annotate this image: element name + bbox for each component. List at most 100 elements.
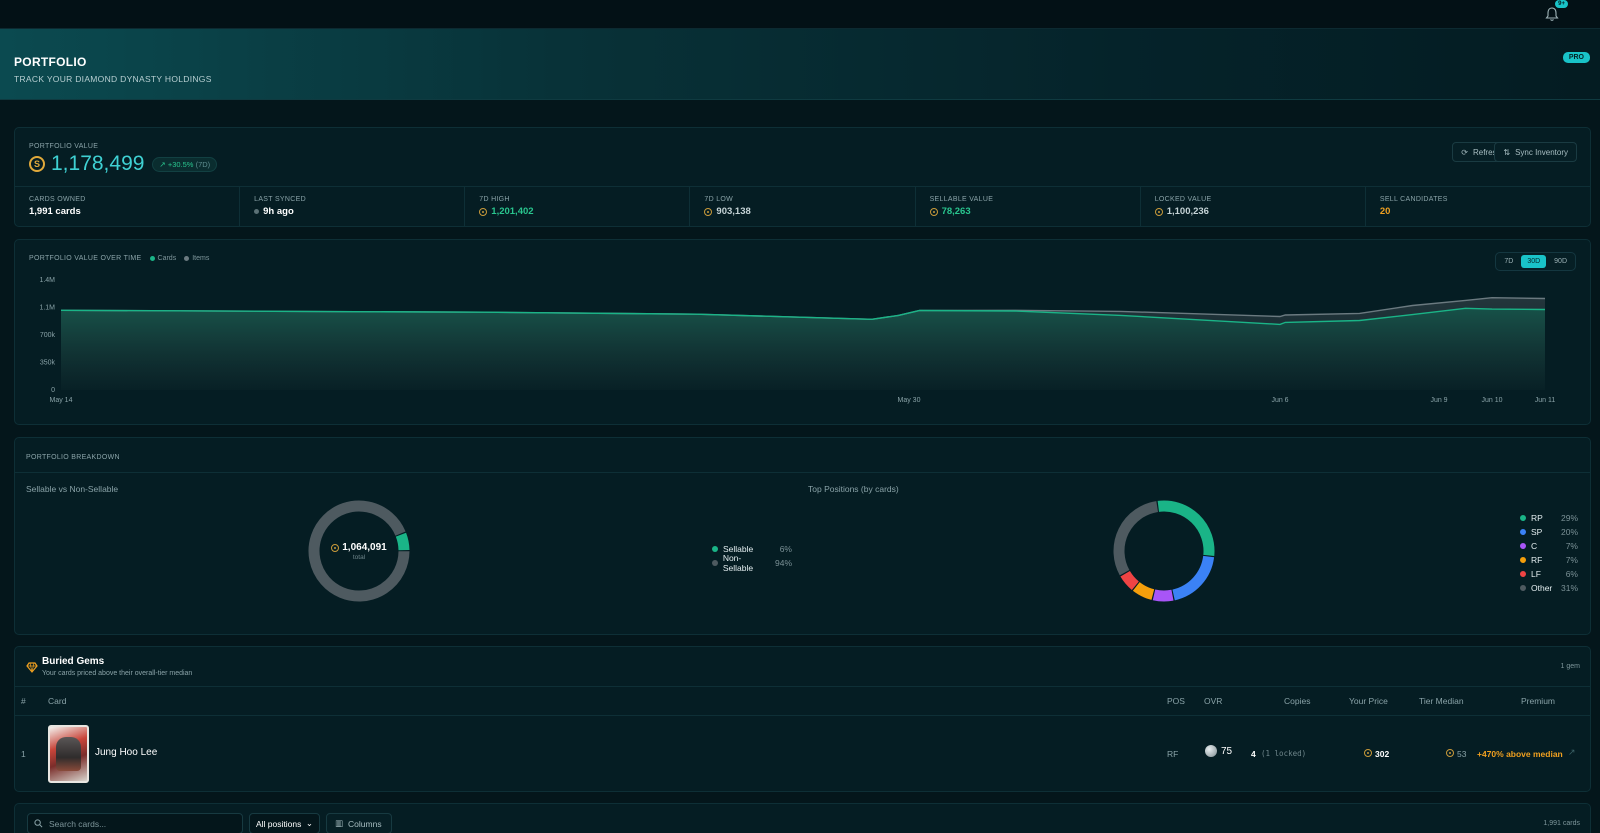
donut-slice-lf[interactable] bbox=[1120, 570, 1140, 590]
stat-7d-high: 7D HIGH 1,201,402 bbox=[465, 187, 691, 226]
top-bar: 9+ bbox=[0, 0, 1600, 29]
stat-7d-low: 7D LOW 903,138 bbox=[690, 187, 916, 226]
card-copies: 4 bbox=[1251, 749, 1256, 759]
stat-value: 903,138 bbox=[716, 206, 751, 217]
donut-slice-rp[interactable] bbox=[1157, 500, 1215, 556]
coin-icon bbox=[331, 543, 340, 552]
coin-icon bbox=[479, 207, 488, 216]
chart-legend-cards: Cards bbox=[149, 255, 176, 262]
premium-value: +470% above median bbox=[1477, 749, 1563, 759]
donut-total-label: total bbox=[352, 554, 366, 561]
col-premium[interactable]: Premium bbox=[1521, 696, 1555, 706]
table-row[interactable]: 1 Jung Hoo Lee RF 75 4 (1 locked) 302 53… bbox=[15, 716, 1590, 792]
col-num[interactable]: # bbox=[21, 696, 26, 706]
columns-label: Columns bbox=[348, 818, 382, 829]
bell-icon[interactable] bbox=[1544, 6, 1560, 22]
legend-label: C bbox=[1531, 541, 1538, 551]
buried-gems-card: Buried Gems Your cards priced above thei… bbox=[14, 646, 1591, 792]
col-card[interactable]: Card bbox=[48, 696, 66, 706]
legend-swatch bbox=[1520, 515, 1526, 521]
search-input[interactable]: Search cards... bbox=[27, 813, 243, 833]
donut-slice-other[interactable] bbox=[1113, 501, 1159, 576]
price-coin-icon bbox=[1364, 749, 1372, 759]
sellable-chart-title: Sellable vs Non-Sellable bbox=[26, 484, 119, 494]
range-90d[interactable]: 90D bbox=[1548, 255, 1573, 268]
chevron-down-icon: ⌄ bbox=[305, 818, 313, 828]
x-tick-label: May 14 bbox=[50, 397, 73, 404]
col-tier-median[interactable]: Tier Median bbox=[1419, 696, 1464, 706]
tier-median: 53 bbox=[1457, 749, 1467, 759]
stat-label: 7D LOW bbox=[704, 196, 734, 203]
legend-label: RF bbox=[1531, 555, 1543, 565]
donut-slice-sp[interactable] bbox=[1172, 555, 1215, 601]
legend-swatch bbox=[1520, 585, 1526, 591]
positions-chart-title: Top Positions (by cards) bbox=[808, 484, 899, 494]
pro-badge: PRO bbox=[1562, 52, 1590, 63]
legend-label: SP bbox=[1531, 527, 1543, 537]
legend-label: RP bbox=[1531, 513, 1543, 523]
donut-total-value: 1,064,091 bbox=[342, 542, 387, 553]
legend-item: Other 31% bbox=[1520, 581, 1578, 595]
median-coin-icon bbox=[1446, 749, 1454, 759]
portfolio-breakdown-card: PORTFOLIO BREAKDOWN Sellable vs Non-Sell… bbox=[14, 437, 1591, 635]
legend-item: Non-Sellable 94% bbox=[712, 553, 792, 573]
stat-label: LAST SYNCED bbox=[254, 196, 306, 203]
chart-legend-items: Items bbox=[184, 255, 209, 262]
legend-label: Non-Sellable bbox=[722, 553, 754, 573]
search-placeholder: Search cards... bbox=[49, 818, 107, 829]
x-tick-label: May 30 bbox=[898, 397, 921, 404]
page-title: PORTFOLIO bbox=[14, 55, 87, 69]
legend-swatch bbox=[712, 546, 718, 552]
x-tick-label: Jun 10 bbox=[1481, 397, 1502, 404]
refresh-icon: ⟳ bbox=[1461, 147, 1468, 157]
legend-swatch bbox=[712, 560, 718, 566]
card-price: 302 bbox=[1375, 749, 1390, 759]
col-ovr[interactable]: OVR bbox=[1204, 696, 1222, 706]
y-tick-label: 1.1M bbox=[39, 305, 55, 312]
legend-item: LF 6% bbox=[1520, 567, 1578, 581]
gems-title: Buried Gems bbox=[42, 656, 105, 667]
legend-swatch bbox=[1520, 557, 1526, 563]
legend-percent: 7% bbox=[1565, 541, 1578, 551]
stat-sell-candidates: SELL CANDIDATES 20 bbox=[1366, 187, 1590, 226]
stubs-coin-icon: S bbox=[29, 156, 45, 172]
col-pos[interactable]: POS bbox=[1167, 696, 1185, 706]
columns-button[interactable]: ▥ Columns bbox=[326, 813, 392, 833]
range-7d[interactable]: 7D bbox=[1498, 255, 1519, 268]
stat-cards-owned: CARDS OWNED 1,991 cards bbox=[15, 187, 241, 226]
stat-sellable-value: SELLABLE VALUE 78,263 bbox=[916, 187, 1141, 226]
portfolio-value: 1,178,499 bbox=[51, 152, 145, 175]
tier-diamond-icon bbox=[1205, 745, 1217, 757]
position-select[interactable]: All positions ⌄ bbox=[249, 813, 320, 833]
sync-inventory-button[interactable]: ⇅ Sync Inventory bbox=[1494, 142, 1577, 162]
range-30d[interactable]: 30D bbox=[1521, 255, 1547, 268]
stat-label: LOCKED VALUE bbox=[1154, 196, 1212, 203]
sellable-legend: Sellable 6% Non-Sellable 94% bbox=[712, 542, 792, 573]
donut-slice-c[interactable] bbox=[1152, 589, 1174, 602]
col-your-price[interactable]: Your Price bbox=[1349, 696, 1388, 706]
sync-label: Sync Inventory bbox=[1515, 147, 1568, 157]
stat-label: CARDS OWNED bbox=[29, 196, 86, 203]
x-tick-label: Jun 6 bbox=[1271, 397, 1288, 404]
y-tick-label: 1.4M bbox=[39, 277, 55, 284]
range-selector: 7D 30D 90D bbox=[1495, 252, 1576, 271]
y-tick-label: 700k bbox=[40, 332, 56, 339]
card-thumbnail[interactable] bbox=[48, 725, 89, 783]
stat-value: 78,263 bbox=[941, 206, 971, 217]
status-dot-icon bbox=[254, 209, 260, 214]
y-tick-label: 350k bbox=[40, 360, 56, 367]
donut-slice-rf[interactable] bbox=[1132, 581, 1155, 600]
portfolio-chart-card: 0 350k 700k 1.1M 1.4M May 14 May 30 Jun 6 Jun 9 J… bbox=[14, 239, 1591, 425]
x-tick-label: Jun 11 bbox=[1535, 397, 1556, 404]
external-link-icon[interactable]: ↗ bbox=[1568, 747, 1576, 758]
legend-item: C 7% bbox=[1520, 539, 1578, 553]
legend-percent: 31% bbox=[1560, 583, 1578, 593]
card-name[interactable]: Jung Hoo Lee bbox=[95, 747, 157, 758]
col-copies[interactable]: Copies bbox=[1284, 696, 1310, 706]
y-tick-label: 0 bbox=[51, 387, 55, 394]
legend-percent: 7% bbox=[1565, 555, 1578, 565]
stats-row: CARDS OWNED 1,991 cards LAST SYNCED 9h ago 7… bbox=[15, 186, 1590, 226]
stat-value: 9h ago bbox=[263, 206, 294, 217]
chart-title: PORTFOLIO VALUE OVER TIME bbox=[29, 255, 142, 262]
page-hero: PORTFOLIO TRACK YOUR DIAMOND DYNASTY HOL… bbox=[0, 29, 1600, 100]
